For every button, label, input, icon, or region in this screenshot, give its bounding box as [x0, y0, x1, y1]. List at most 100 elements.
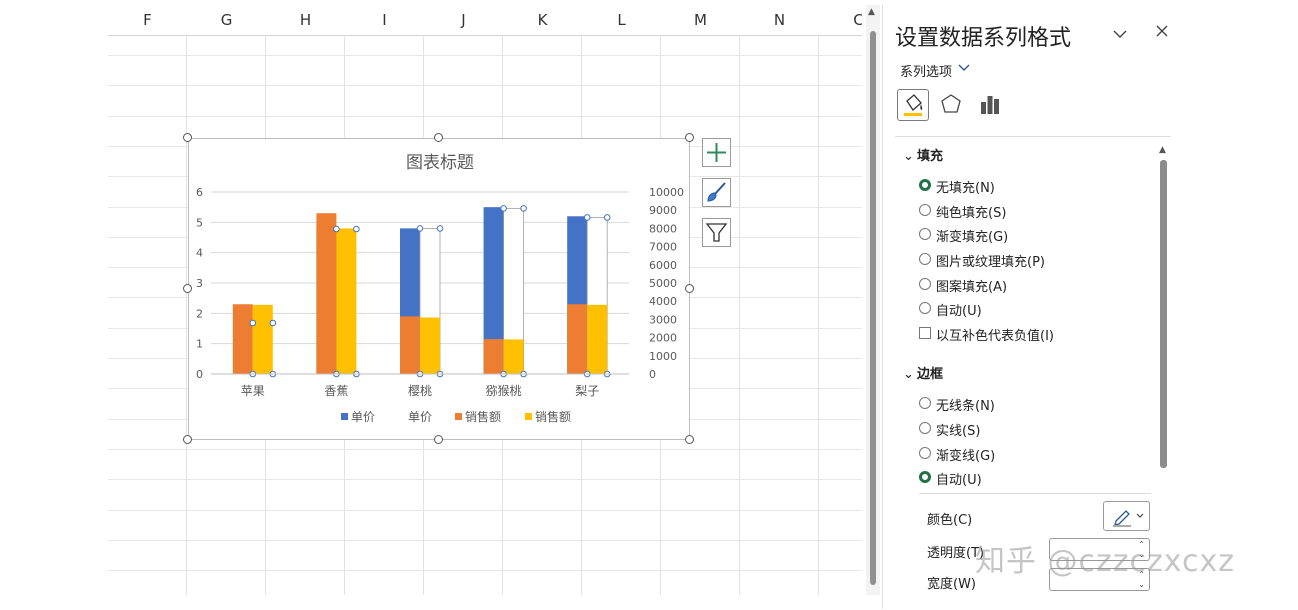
column-header-j[interactable]: J [424, 11, 503, 29]
resize-handle-bottom[interactable] [434, 435, 443, 444]
column-gridline [739, 35, 740, 595]
chevron-down-icon: ⌄ [903, 367, 914, 382]
effects-tab[interactable] [936, 89, 968, 121]
chevron-down-icon: ⌄ [903, 149, 914, 164]
data-point-handle [416, 225, 424, 232]
row-gridline [108, 449, 862, 450]
column-gridline [818, 35, 819, 595]
y-right-tick-label: 0 [649, 368, 656, 381]
column-header-f[interactable]: F [108, 11, 187, 29]
bar-sales-right [252, 304, 273, 374]
column-header-h[interactable]: H [266, 11, 345, 29]
resize-handle-top-left[interactable] [183, 133, 192, 142]
y-left-tick-label: 1 [196, 338, 203, 351]
series-options-tab[interactable] [975, 89, 1007, 121]
filter-icon [705, 223, 728, 242]
y-left-tick-label: 6 [196, 186, 203, 199]
fill-section-header[interactable]: ⌄ 填充 [903, 145, 943, 164]
format-data-series-pane: 设置数据系列格式 系列选项 ⌄ 填充 无填充(N) 纯色填充(S) 渐变填充(G… [882, 5, 1182, 609]
chart-title[interactable]: 图表标题 [406, 153, 474, 173]
series-options-chevron-icon[interactable] [958, 61, 970, 75]
border-section-header[interactable]: ⌄ 边框 [903, 363, 943, 382]
watermark: 知乎 @czzczxcxz [975, 544, 1235, 579]
column-header-l[interactable]: L [582, 11, 661, 29]
series-options-bars-icon [981, 96, 999, 114]
data-point-handle [436, 225, 444, 232]
data-point-handle [353, 225, 360, 233]
radio-button[interactable] [919, 397, 931, 409]
y-right-tick-label: 5000 [649, 277, 677, 290]
chart-elements-button[interactable] [702, 138, 731, 167]
border-color-picker[interactable] [1103, 501, 1150, 531]
y-right-tick-label: 6000 [649, 259, 677, 272]
radio-button[interactable] [919, 302, 931, 314]
row-gridline [108, 570, 862, 571]
column-header-i[interactable]: I [345, 11, 424, 29]
row-gridline [108, 510, 862, 511]
legend-label: 单价 [408, 410, 432, 424]
radio-button[interactable] [919, 253, 931, 265]
border-divider [919, 493, 1151, 494]
radio-button[interactable] [919, 422, 931, 434]
y-left-tick-label: 0 [196, 368, 203, 381]
fill-line-icon [904, 94, 923, 116]
y-right-tick-label: 2000 [649, 332, 677, 345]
radio-button-selected[interactable] [919, 179, 931, 191]
series-options-dropdown[interactable]: 系列选项 [900, 61, 952, 80]
legend-label: 销售额 [535, 409, 571, 424]
y-right-tick-label: 9000 [649, 204, 677, 217]
bar-sales-left [567, 304, 588, 374]
data-point-handle [249, 319, 257, 327]
bar-sales-right [336, 228, 357, 374]
spin-down-icon[interactable]: ⌄ [1138, 580, 1145, 589]
sheet-vertical-scrollbar[interactable]: ▲ [866, 5, 880, 595]
task-pane-options-chevron-icon[interactable] [1113, 27, 1127, 43]
data-point-handle [333, 225, 340, 233]
x-category-label: 苹果 [241, 384, 265, 398]
column-header-n[interactable]: N [740, 11, 819, 29]
radio-button-selected[interactable] [919, 471, 931, 483]
brush-icon [707, 182, 726, 202]
pen-color-icon [1113, 510, 1144, 527]
radio-button[interactable] [919, 228, 931, 240]
y-right-tick-label: 1000 [649, 350, 677, 363]
chart-area[interactable]: 图表标题 0 1 2 3 4 5 6 0 1000 2000 3000 4000 5000 6000 700… [188, 138, 690, 440]
bar-sales-right [503, 339, 524, 374]
chart-styles-button[interactable] [702, 178, 731, 207]
legend-swatch [341, 413, 348, 420]
width-label: 宽度(W) [927, 577, 976, 592]
y-right-tick-label: 8000 [649, 222, 677, 235]
chart-filters-button[interactable] [702, 218, 731, 247]
plus-icon [707, 143, 726, 162]
resize-handle-bottom-right[interactable] [685, 435, 694, 444]
checkbox[interactable] [919, 327, 931, 339]
column-gridline [186, 35, 187, 595]
radio-button[interactable] [919, 447, 931, 459]
resize-handle-bottom-left[interactable] [183, 435, 192, 444]
bar-sales-left [483, 339, 504, 374]
x-category-label: 猕猴桃 [486, 383, 522, 398]
row-gridline [108, 55, 862, 56]
pane-title: 设置数据系列格式 [895, 26, 1072, 51]
column-header-g[interactable]: G [187, 11, 266, 29]
close-icon[interactable] [1155, 22, 1169, 43]
scroll-thumb[interactable] [870, 31, 876, 585]
column-header-k[interactable]: K [503, 11, 582, 29]
y-right-tick-label: 10000 [649, 186, 684, 199]
radio-button[interactable] [919, 204, 931, 216]
resize-handle-top-right[interactable] [685, 133, 694, 142]
pane-scroll-thumb[interactable] [1160, 160, 1167, 468]
fill-line-tab[interactable] [897, 89, 929, 121]
row-gridline [108, 85, 862, 86]
radio-button[interactable] [919, 278, 931, 290]
scroll-up-icon[interactable]: ▲ [1159, 145, 1166, 155]
bar-sales-left [232, 304, 253, 374]
resize-handle-top[interactable] [434, 133, 443, 142]
resize-handle-right[interactable] [685, 284, 694, 293]
column-header-m[interactable]: M [661, 11, 740, 29]
resize-handle-left[interactable] [183, 284, 192, 293]
combo-chart[interactable]: 图表标题 0 1 2 3 4 5 6 0 1000 2000 3000 4000 5000 6000 700… [189, 139, 689, 439]
column-header-o[interactable]: C [819, 11, 862, 29]
x-category-label: 樱桃 [408, 383, 432, 398]
scroll-up-icon[interactable]: ▲ [868, 7, 875, 17]
